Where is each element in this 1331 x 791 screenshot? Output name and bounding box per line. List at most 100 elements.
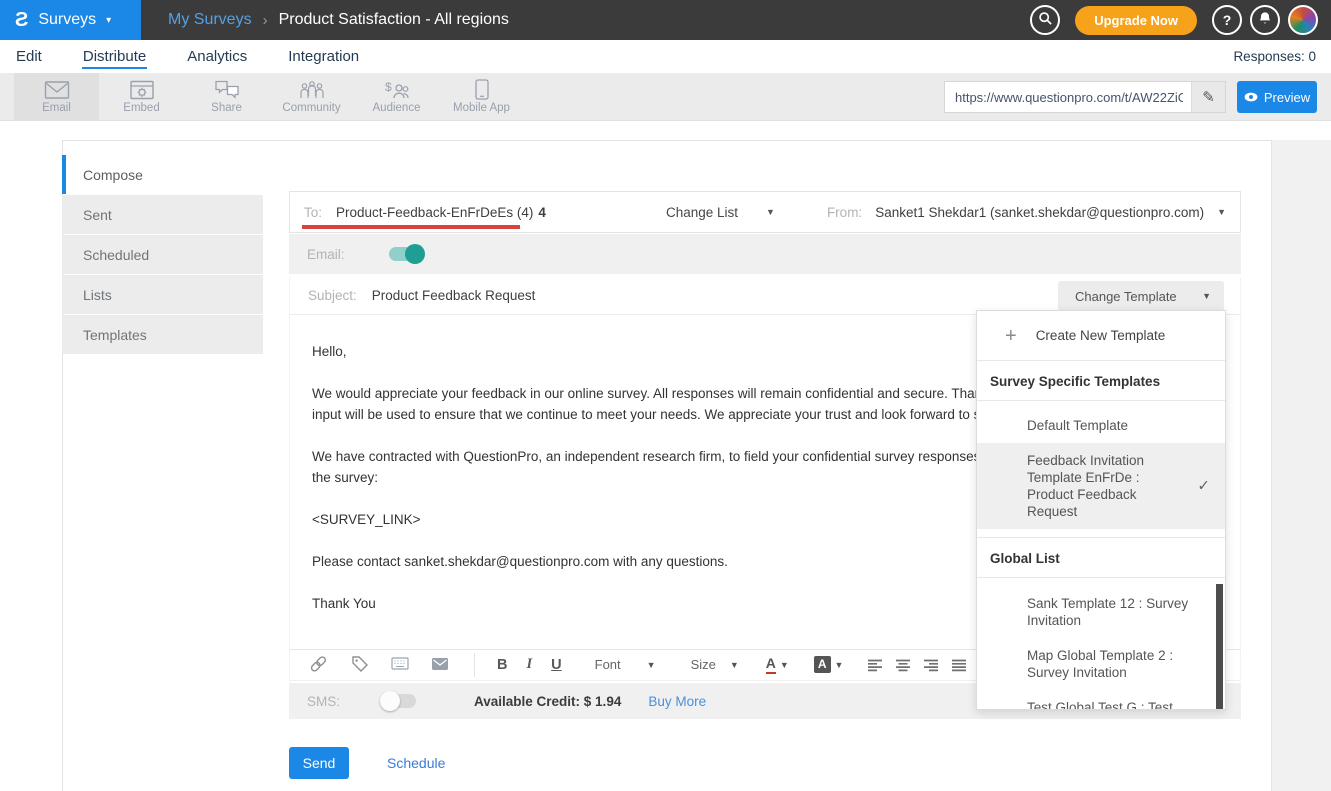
template-option-selected[interactable]: Feedback Invitation Template EnFrDe : Pr… (977, 443, 1225, 529)
toggle-knob (405, 244, 425, 264)
underline-button[interactable]: U (551, 657, 561, 673)
send-button[interactable]: Send (289, 747, 349, 779)
questionpro-logo-icon: Ƨ (15, 10, 28, 30)
from-sender-dropdown[interactable]: From: Sanket1 Shekdar1 (sanket.shekdar@q… (827, 205, 1226, 220)
insert-link-icon[interactable] (307, 653, 332, 678)
sms-label: SMS: (307, 694, 340, 709)
text-color-icon: A (766, 656, 776, 673)
font-label: Font (595, 657, 621, 672)
survey-title: Product Satisfaction - All regions (279, 11, 509, 29)
channel-label: Mobile App (453, 102, 510, 114)
email-toggle[interactable] (389, 247, 423, 261)
question-mark-icon: ? (1223, 12, 1232, 28)
change-list-dropdown[interactable]: Change List ▼ (666, 205, 775, 220)
email-icon (44, 80, 70, 100)
italic-button[interactable]: I (526, 656, 532, 673)
text-color-dropdown[interactable]: A ▼ (766, 656, 789, 673)
channel-label: Email (42, 102, 71, 114)
breadcrumb-my-surveys[interactable]: My Surveys (168, 11, 252, 29)
align-center-icon[interactable] (895, 659, 911, 672)
send-actions-row: Send Schedule (289, 747, 1241, 779)
channel-label: Audience (373, 102, 421, 114)
breadcrumb-separator: › (263, 12, 268, 29)
community-icon (299, 80, 325, 100)
font-family-dropdown[interactable]: Font ▼ (595, 657, 656, 672)
subject-value[interactable]: Product Feedback Request (372, 288, 536, 303)
change-template-label: Change Template (1075, 289, 1177, 304)
product-name: Surveys (38, 11, 96, 29)
share-icon (214, 80, 240, 100)
toggle-knob (380, 691, 400, 711)
sidebar-item-compose[interactable]: Compose (62, 155, 263, 194)
tab-edit[interactable]: Edit (15, 44, 43, 69)
sms-toggle[interactable] (382, 694, 416, 708)
template-option[interactable]: Test Global Test G : Test PAA G (977, 690, 1225, 710)
recipients-row: To: Product-Feedback-EnFrDeEs (4) 4 Chan… (289, 191, 1241, 233)
survey-url-group: ✎ (944, 81, 1226, 113)
channel-tab-audience[interactable]: $ Audience (354, 73, 439, 120)
help-button[interactable]: ? (1212, 5, 1242, 35)
align-justify-icon[interactable] (951, 659, 967, 672)
channel-tab-email[interactable]: Email (14, 73, 99, 120)
survey-templates-group: Default Template Feedback Invitation Tem… (977, 401, 1225, 538)
template-option-default[interactable]: Default Template (977, 408, 1225, 443)
text-style-tools: B I U Font ▼ Size ▼ A ▼ (497, 656, 843, 673)
channel-tab-share[interactable]: Share (184, 73, 269, 120)
sidebar-item-templates[interactable]: Templates (62, 315, 263, 354)
recipient-list-name[interactable]: Product-Feedback-EnFrDeEs (4) (336, 205, 533, 220)
toolbar-divider (474, 653, 475, 677)
eye-icon (1244, 90, 1258, 105)
template-option[interactable]: Map Global Template 2 : Survey Invitatio… (977, 638, 1225, 690)
search-button[interactable] (1030, 5, 1060, 35)
align-right-icon[interactable] (923, 659, 939, 672)
menu-section-header: Global List (977, 538, 1225, 578)
available-credit: Available Credit: $ 1.94 (474, 694, 621, 709)
embed-icon (130, 80, 154, 100)
align-left-icon[interactable] (867, 659, 883, 672)
buy-more-link[interactable]: Buy More (648, 694, 706, 709)
size-label: Size (691, 657, 716, 672)
user-avatar[interactable] (1288, 5, 1318, 35)
sidebar-item-scheduled[interactable]: Scheduled (62, 235, 263, 274)
channel-label: Share (211, 102, 242, 114)
chevron-down-icon: ▼ (780, 660, 789, 670)
channel-tab-embed[interactable]: Embed (99, 73, 184, 120)
template-option[interactable]: Sank Template 12 : Survey Invitation (977, 586, 1225, 638)
preview-label: Preview (1264, 90, 1310, 105)
insert-tools (310, 656, 448, 675)
search-icon (1038, 11, 1053, 29)
edit-url-button[interactable]: ✎ (1191, 82, 1225, 112)
notifications-button[interactable] (1250, 5, 1280, 35)
channel-label: Community (282, 102, 340, 114)
highlight-color-dropdown[interactable]: A ▼ (814, 656, 844, 673)
create-new-template-item[interactable]: + Create New Template (977, 311, 1225, 361)
create-new-template-label: Create New Template (1036, 328, 1166, 343)
sidebar-item-lists[interactable]: Lists (62, 275, 263, 314)
checkmark-icon: ✓ (1197, 478, 1210, 495)
chevron-down-icon: ▼ (1202, 291, 1211, 301)
menu-scrollbar[interactable] (1216, 584, 1223, 710)
highlight-color-icon: A (814, 656, 831, 673)
tab-analytics[interactable]: Analytics (186, 44, 248, 69)
upgrade-now-button[interactable]: Upgrade Now (1075, 6, 1197, 35)
tab-distribute[interactable]: Distribute (82, 44, 147, 69)
bold-button[interactable]: B (497, 657, 507, 673)
audience-icon: $ (384, 80, 410, 100)
global-templates-list: Sank Template 12 : Survey Invitation Map… (977, 578, 1225, 710)
font-size-dropdown[interactable]: Size ▼ (691, 657, 739, 672)
change-template-button[interactable]: Change Template ▼ (1058, 281, 1224, 311)
email-template-icon[interactable] (432, 658, 448, 673)
preview-button[interactable]: Preview (1237, 81, 1317, 113)
channel-tab-mobile-app[interactable]: Mobile App (439, 73, 524, 120)
schedule-link[interactable]: Schedule (387, 755, 445, 771)
merge-tag-icon[interactable] (352, 656, 368, 675)
survey-url-input[interactable] (944, 81, 1226, 113)
product-switcher[interactable]: Ƨ Surveys ▾ (0, 0, 141, 40)
keyboard-icon[interactable] (391, 657, 409, 673)
channel-tab-community[interactable]: Community (269, 73, 354, 120)
email-toggle-row: Email: (289, 234, 1241, 274)
sidebar-item-sent[interactable]: Sent (62, 195, 263, 234)
menu-section-header: Survey Specific Templates (977, 361, 1225, 401)
tab-integration[interactable]: Integration (287, 44, 360, 69)
page: Ƨ Surveys ▾ My Surveys › Product Satisfa… (0, 0, 1331, 791)
